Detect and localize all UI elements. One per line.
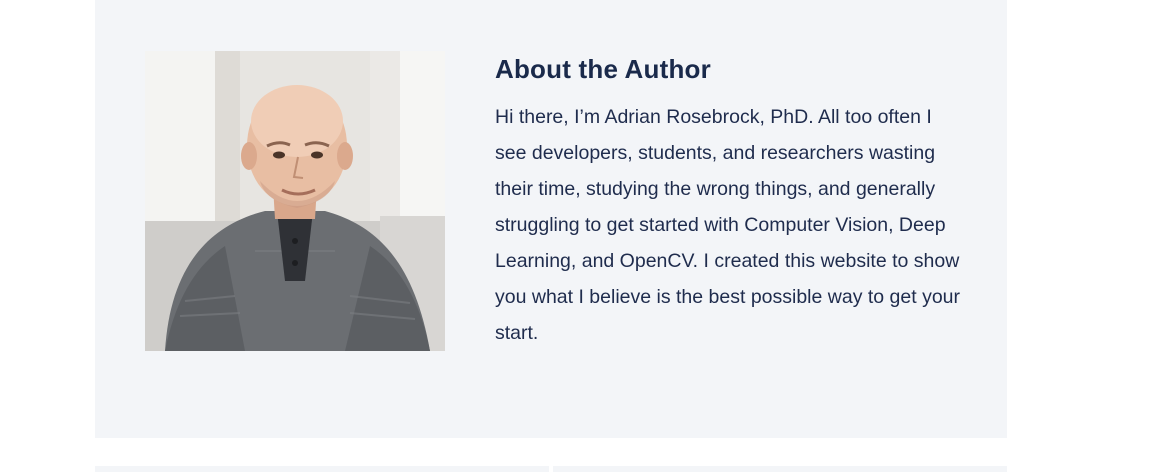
next-section-right-edge	[553, 466, 1007, 472]
author-content: About the Author Hi there, I’m Adrian Ro…	[495, 51, 965, 351]
author-portrait-icon	[145, 51, 445, 351]
about-author-heading: About the Author	[495, 54, 711, 84]
next-section-left-edge	[95, 466, 549, 472]
author-photo	[145, 51, 445, 351]
about-author-card: About the Author Hi there, I’m Adrian Ro…	[95, 0, 1007, 438]
author-bio: Hi there, I’m Adrian Rosebrock, PhD. All…	[495, 106, 961, 344]
